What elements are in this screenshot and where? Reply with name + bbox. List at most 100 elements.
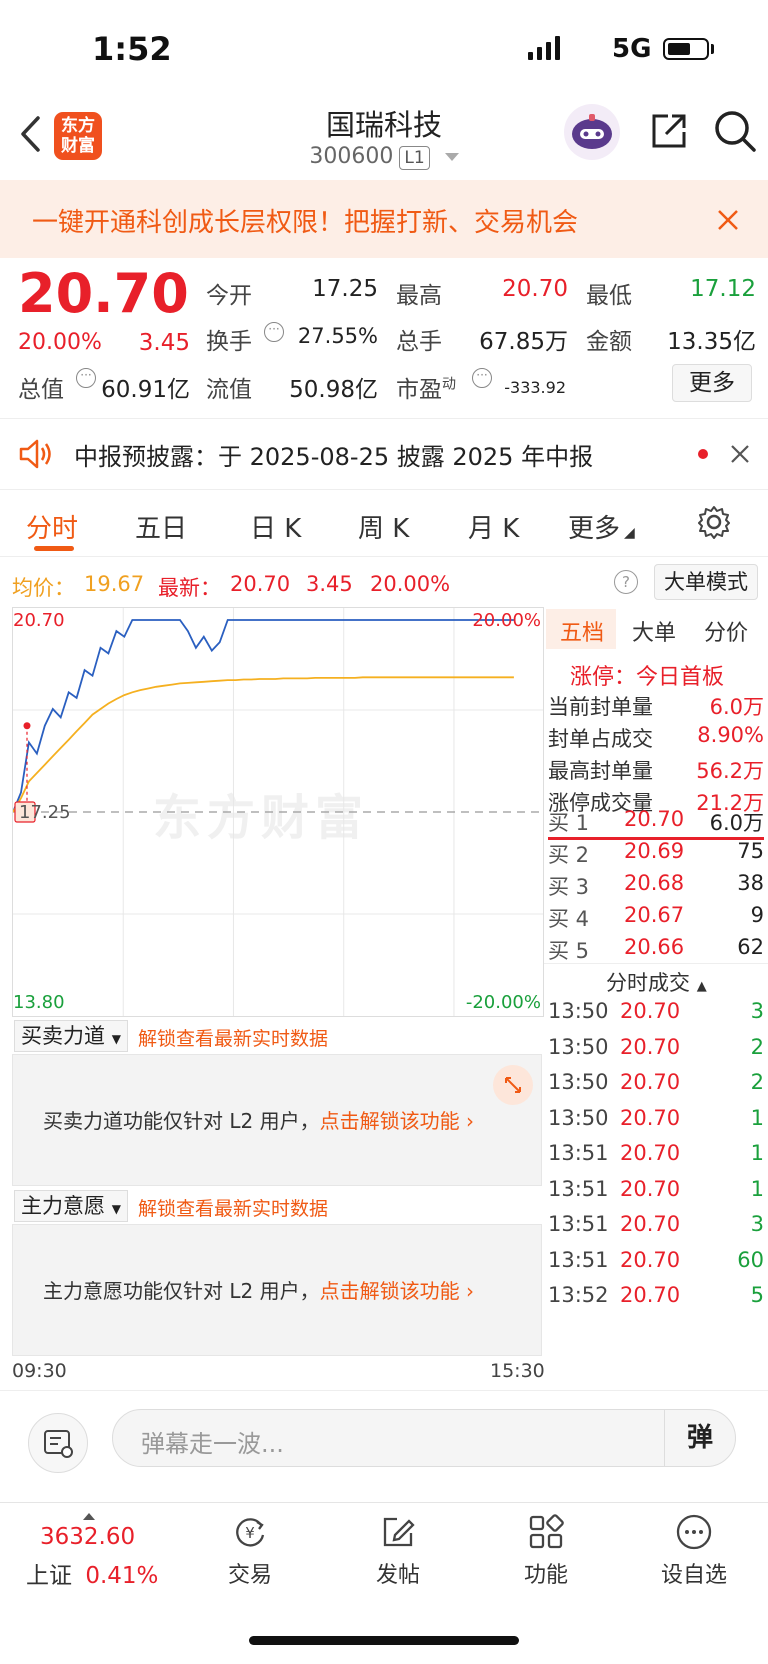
trade-time: 13:50: [548, 1034, 609, 1059]
notice-bar[interactable]: 中报预披露：于 2025-08-25 披露 2025 年中报: [0, 418, 768, 490]
order-price: 20.68: [624, 871, 685, 895]
info-icon[interactable]: ···: [76, 368, 96, 388]
change-amount: 3.45: [138, 330, 190, 356]
danmu-toggle-button[interactable]: 弹: [664, 1410, 735, 1466]
mktcap-value: 60.91亿: [101, 377, 190, 403]
info-icon[interactable]: ···: [264, 322, 284, 342]
force-panel: 买卖力道功能仅针对 L2 用户，点击解锁该功能 ›: [12, 1054, 542, 1186]
intraday-chart-svg: [13, 608, 543, 1016]
trades-title[interactable]: 分时成交 ▲: [606, 967, 707, 997]
high-value: 20.70: [502, 276, 568, 302]
trade-price: 20.70: [620, 1247, 681, 1272]
help-icon[interactable]: ?: [614, 570, 638, 594]
trade-time: 13:51: [548, 1247, 609, 1272]
order-qty: 75: [737, 839, 764, 863]
big-order-mode-button[interactable]: 大单模式: [654, 564, 758, 600]
stock-header: 东方 财富 国瑞科技 300600 L1: [0, 100, 768, 178]
intent-panel: 主力意愿功能仅针对 L2 用户，点击解锁该功能 ›: [12, 1224, 542, 1356]
force-dropdown[interactable]: 买卖力道 ▼: [14, 1020, 128, 1052]
order-book-row: 买 5 20.66 62: [548, 935, 764, 965]
pe-value: -333.92: [504, 378, 566, 397]
comment-settings-icon[interactable]: [28, 1413, 88, 1473]
order-level-label: 买 4: [548, 907, 590, 931]
intraday-chart[interactable]: 东方财富 20.70 13.80 17.25 20.00% -20.00%: [12, 607, 544, 1017]
danmu-placeholder: 弹幕走一波...: [141, 1430, 284, 1458]
x-axis-start-label: 09:30: [12, 1360, 67, 1382]
trade-time: 13:51: [548, 1176, 609, 1201]
info-icon[interactable]: ···: [472, 368, 492, 388]
trade-price: 20.70: [620, 1212, 681, 1236]
tab-big-orders[interactable]: 大单: [632, 615, 676, 647]
trade-price: 20.70: [620, 1176, 681, 1201]
limit-up-status: 涨停：今日首板: [570, 665, 725, 690]
float-label: 流值: [206, 377, 252, 403]
force-unlock-link[interactable]: 解锁查看最新实时数据: [138, 1024, 328, 1051]
edit-icon: [383, 1517, 415, 1547]
close-icon[interactable]: [716, 208, 740, 232]
nav-trade[interactable]: ¥ 交易: [190, 1513, 310, 1589]
limit-stat-label: 封单占成交: [548, 727, 653, 751]
more-quote-button[interactable]: 更多: [672, 364, 752, 402]
mktcap-label: 总值: [18, 377, 64, 403]
home-indicator: [249, 1636, 519, 1645]
robot-assistant-icon[interactable]: [562, 102, 622, 162]
share-icon[interactable]: [648, 110, 690, 152]
y-axis-top-label: 20.70: [13, 610, 65, 631]
index-percent: 0.41%: [85, 1563, 159, 1589]
current-price: 20.70: [18, 262, 189, 325]
more-dots-icon: [676, 1514, 712, 1550]
order-level-label: 买 1: [548, 811, 590, 835]
status-time: 1:52: [92, 30, 172, 68]
expand-icon[interactable]: [493, 1065, 533, 1105]
danmu-input[interactable]: 弹幕走一波... 弹: [112, 1409, 736, 1467]
promo-banner[interactable]: 一键开通科创成长层权限！把握打新、交易机会: [0, 180, 768, 258]
x-axis-end-label: 15:30: [490, 1360, 545, 1382]
order-book-row: 买 1 20.70 6.0万: [548, 807, 764, 837]
tab-five-levels[interactable]: 五档: [560, 615, 604, 647]
nav-add-watchlist[interactable]: 设自选: [634, 1513, 754, 1589]
force-panel-message: 买卖力道功能仅针对 L2 用户，点击解锁该功能 ›: [43, 1109, 474, 1133]
limit-stat-label: 最高封单量: [548, 759, 653, 783]
limit-stat-value: 56.2万: [696, 759, 764, 783]
intent-dropdown[interactable]: 主力意愿 ▼: [14, 1190, 128, 1222]
tab-price-dist[interactable]: 分价: [704, 615, 748, 647]
tab-more[interactable]: 更多 ◢: [568, 508, 635, 545]
tab-five-day[interactable]: 五日: [135, 508, 187, 545]
turnover-value: 27.55%: [297, 324, 378, 348]
open-label: 今开: [206, 283, 252, 309]
avg-price-label: 均价：: [12, 576, 75, 600]
trade-qty: 3: [750, 1212, 764, 1236]
intent-unlock-link[interactable]: 解锁查看最新实时数据: [138, 1194, 328, 1221]
trade-row: 13:50 20.70 2: [548, 1035, 764, 1065]
order-price: 20.66: [624, 935, 685, 959]
order-book-row: 买 3 20.68 38: [548, 871, 764, 901]
amount-value: 13.35亿: [667, 329, 756, 355]
intent-unlock-button[interactable]: 点击解锁该功能: [320, 1279, 460, 1303]
tab-weekly-k[interactable]: 周 K: [358, 508, 409, 545]
signal-icon: [528, 36, 568, 60]
turnover-label: 换手: [206, 329, 252, 355]
y-axis-ref-label: 17.25: [19, 802, 71, 823]
tab-monthly-k[interactable]: 月 K: [468, 508, 519, 545]
trade-qty: 1: [750, 1176, 764, 1201]
avg-price-value: 19.67: [84, 572, 145, 596]
trade-time: 13:52: [548, 1283, 609, 1307]
avg-price-line: [13, 676, 514, 813]
open-value: 17.25: [312, 276, 378, 302]
limit-stat-row: 当前封单量 6.0万: [548, 691, 764, 721]
close-icon[interactable]: [730, 444, 750, 464]
force-unlock-button[interactable]: 点击解锁该功能: [320, 1109, 460, 1133]
trade-price: 20.70: [620, 1283, 681, 1307]
search-icon[interactable]: [712, 108, 758, 154]
chevron-up-icon: [83, 1513, 95, 1520]
tab-daily-k[interactable]: 日 K: [250, 508, 301, 545]
limit-stat-row: 封单占成交 8.90%: [548, 723, 764, 753]
gear-icon[interactable]: [696, 504, 732, 540]
nav-post[interactable]: 发帖: [338, 1513, 458, 1589]
nav-functions[interactable]: 功能: [486, 1513, 606, 1589]
order-level-label: 买 3: [548, 875, 590, 899]
order-level-label: 买 2: [548, 843, 590, 867]
index-widget[interactable]: 3632.60 上证 0.41%: [20, 1513, 170, 1603]
latest-price-label: 最新：: [158, 576, 221, 600]
tab-intraday[interactable]: 分时: [26, 508, 78, 545]
